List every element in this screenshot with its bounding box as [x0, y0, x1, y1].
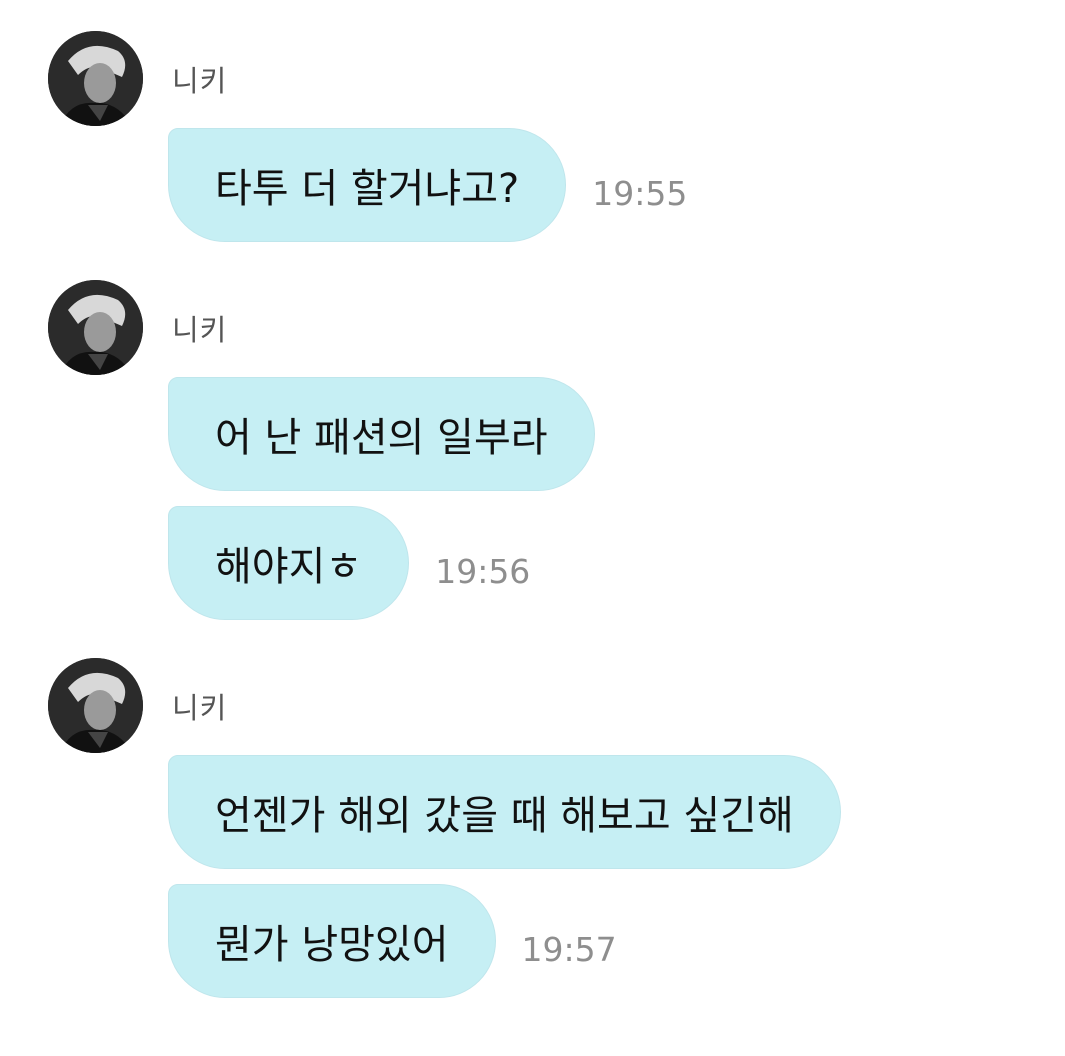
- sender-name: 니키: [172, 64, 228, 98]
- profile-photo-icon: [48, 658, 143, 753]
- message-bubble[interactable]: 타투 더 할거냐고?: [168, 128, 567, 242]
- message-timestamp: 19:56: [435, 551, 531, 591]
- message-bubble[interactable]: 언젠가 해외 갔을 때 해보고 싶긴해: [168, 755, 841, 869]
- profile-photo-icon: [48, 31, 143, 126]
- avatar[interactable]: [48, 658, 143, 753]
- message-row: 언젠가 해외 갔을 때 해보고 싶긴해: [168, 754, 841, 870]
- avatar[interactable]: [48, 31, 143, 126]
- message-timestamp: 19:55: [592, 173, 688, 213]
- message-row: 뭔가 낭망있어 19:57: [168, 883, 617, 999]
- message-bubble[interactable]: 해야지ㅎ: [168, 506, 410, 620]
- avatar[interactable]: [48, 280, 143, 375]
- profile-photo-icon: [48, 280, 143, 375]
- message-row: 해야지ㅎ 19:56: [168, 505, 530, 621]
- message-row: 타투 더 할거냐고? 19:55: [168, 127, 687, 243]
- message-timestamp: 19:57: [521, 929, 617, 969]
- sender-name: 니키: [172, 691, 228, 725]
- message-bubble[interactable]: 뭔가 낭망있어: [168, 884, 496, 998]
- message-bubble[interactable]: 어 난 패션의 일부라: [168, 377, 595, 491]
- sender-name: 니키: [172, 313, 228, 347]
- message-row: 어 난 패션의 일부라: [168, 376, 595, 492]
